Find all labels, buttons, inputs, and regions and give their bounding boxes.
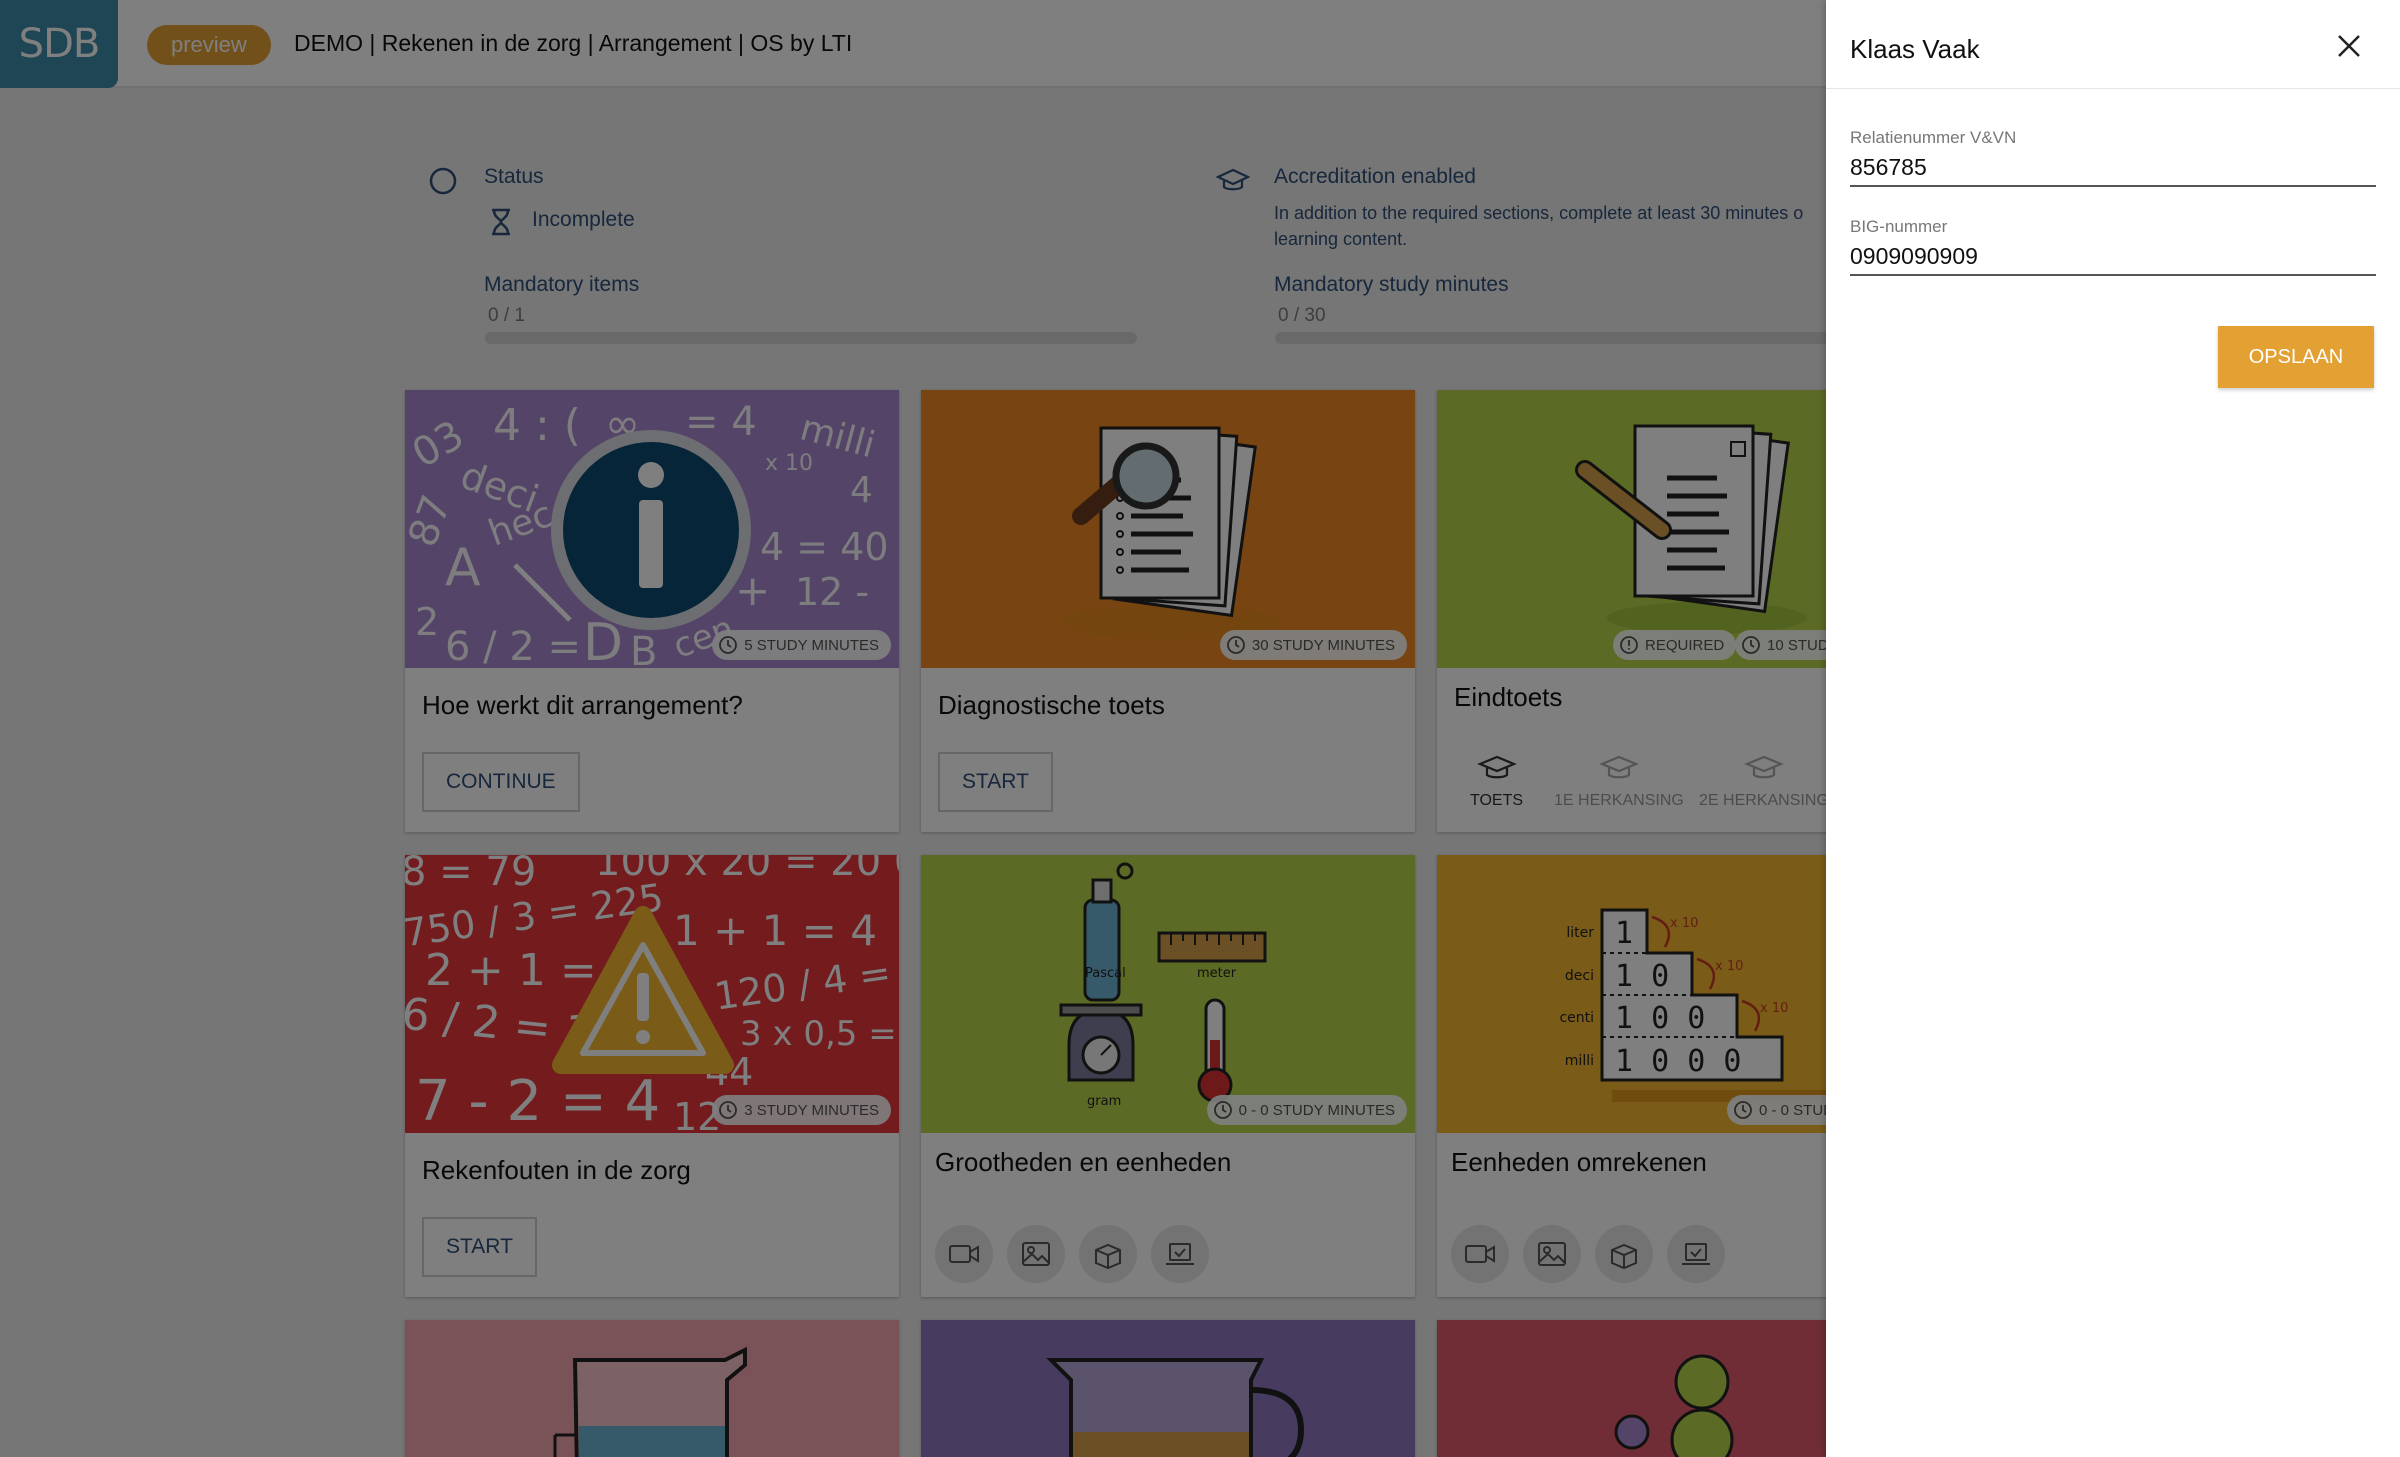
- big-nummer-field[interactable]: [1850, 243, 2376, 276]
- close-icon[interactable]: [2331, 28, 2367, 64]
- panel-title: Klaas Vaak: [1850, 34, 1980, 64]
- relatienummer-input[interactable]: [1850, 154, 2376, 185]
- save-button[interactable]: OPSLAAN: [2218, 326, 2374, 388]
- relatienummer-field[interactable]: [1850, 154, 2376, 187]
- big-nummer-input[interactable]: [1850, 243, 2376, 274]
- relatienummer-label: Relatienummer V&VN: [1850, 128, 2017, 147]
- panel-header: Klaas Vaak: [1826, 0, 2400, 89]
- profile-side-panel: Klaas Vaak Relatienummer V&VN BIG-nummer: [1826, 0, 2400, 1457]
- big-nummer-label: BIG-nummer: [1850, 217, 1948, 236]
